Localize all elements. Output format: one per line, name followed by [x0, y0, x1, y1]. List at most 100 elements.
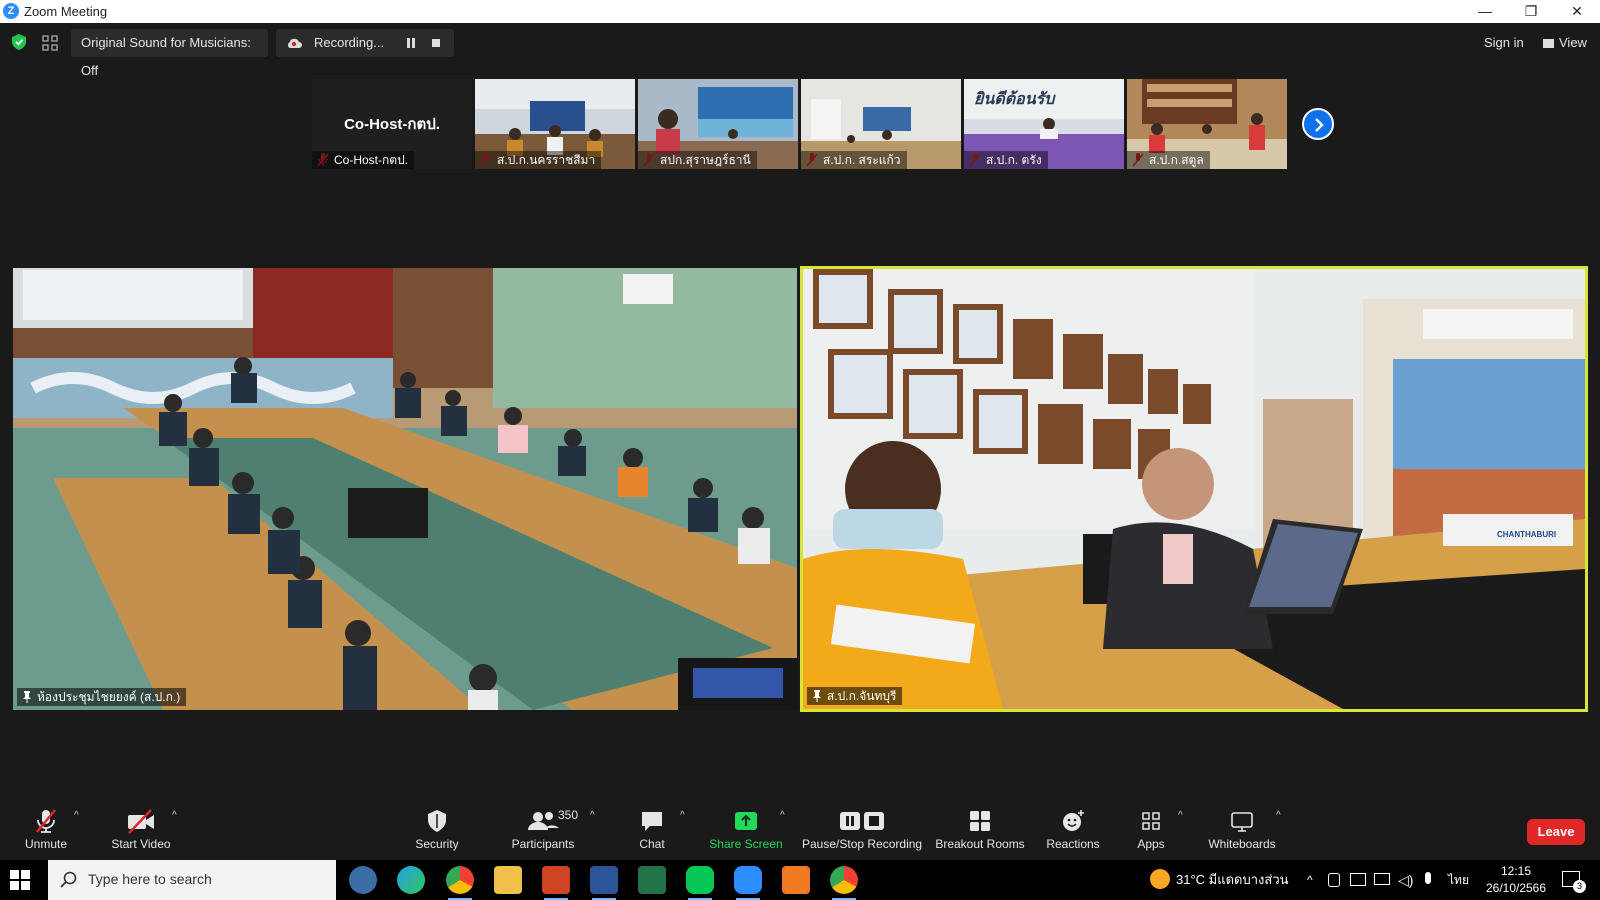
original-sound-toggle[interactable]: Original Sound for Musicians: Off	[71, 29, 268, 78]
show-hidden-icons-chevron-icon[interactable]: ^	[1307, 860, 1313, 900]
participant-name: สปก.สุราษฎร์ธานี	[638, 151, 757, 169]
participant-name-large: Co-Host-กตป.	[344, 116, 440, 133]
whiteboards-button[interactable]: Whiteboards	[1206, 808, 1278, 851]
share-options-chevron-icon[interactable]: ^	[780, 810, 785, 821]
weather-text[interactable]: 31°C มีแดดบางส่วน	[1176, 860, 1289, 900]
volume-icon[interactable]: ◁)	[1398, 872, 1413, 889]
foxit-app-icon[interactable]	[782, 866, 810, 894]
meeting-controls-toolbar: Unmute ^ Start Video ^ Security Particip…	[0, 800, 1600, 860]
minimize-button[interactable]: —	[1462, 0, 1508, 23]
meet-now-icon[interactable]	[1328, 873, 1340, 887]
participant-name: ส.ป.ก. สระแก้ว	[801, 151, 907, 169]
participants-options-chevron-icon[interactable]: ^	[590, 810, 595, 821]
leave-button[interactable]: Leave	[1527, 819, 1585, 845]
apps-label: Apps	[1137, 837, 1165, 851]
display-icon[interactable]	[1350, 873, 1366, 886]
pause-stop-icon	[840, 812, 884, 830]
restore-button[interactable]: ❐	[1508, 0, 1554, 23]
excel-app-icon[interactable]	[638, 866, 666, 894]
microphone-tray-icon[interactable]	[1425, 872, 1431, 884]
chat-button[interactable]: Chat	[632, 808, 672, 851]
participant-name-label: ห้องประชุมไชยยงค์ (ส.ป.ก.)	[17, 688, 187, 706]
chrome-profile-app-icon[interactable]	[830, 866, 858, 900]
participant-thumbnail[interactable]: ส.ป.ก. สระแก้ว	[801, 79, 961, 169]
reactions-button[interactable]: Reactions	[1045, 808, 1101, 851]
word-app-icon[interactable]	[590, 866, 618, 900]
windows-start-icon[interactable]	[10, 870, 30, 890]
search-icon	[60, 871, 77, 888]
search-placeholder: Type here to search	[88, 871, 212, 887]
participants-label: Participants	[511, 837, 575, 851]
stop-recording-icon[interactable]	[432, 39, 440, 47]
participant-thumbnail[interactable]: ส.ป.ก.นครราชสีมา	[475, 79, 635, 169]
audio-options-chevron-icon[interactable]: ^	[74, 810, 79, 821]
security-shield-icon	[428, 810, 446, 832]
muted-microphone-icon	[36, 809, 56, 833]
participant-thumbnail[interactable]: สปก.สุราษฎร์ธานี	[638, 79, 798, 169]
browser-app-icon[interactable]	[349, 866, 377, 894]
close-button[interactable]: ✕	[1554, 0, 1600, 23]
participant-name: ห้องประชุมไชยยงค์ (ส.ป.ก.)	[37, 690, 181, 704]
participant-name: ส.ป.ก.จันทบุรี	[827, 689, 897, 703]
window-title-bar: Z Zoom Meeting — ❐ ✕	[0, 0, 1600, 23]
network-icon[interactable]	[1374, 873, 1390, 885]
recording-label: Recording...	[314, 35, 385, 50]
edge-app-icon[interactable]	[397, 866, 425, 894]
security-button[interactable]: Security	[412, 808, 462, 851]
reactions-smiley-icon	[1063, 810, 1084, 831]
file-explorer-icon[interactable]	[494, 866, 522, 894]
powerpoint-app-icon[interactable]	[542, 866, 570, 900]
chat-options-chevron-icon[interactable]: ^	[680, 810, 685, 821]
recording-indicator: Recording...	[276, 29, 454, 57]
chevron-right-icon	[1315, 118, 1324, 132]
participant-name: ส.ป.ก.สตูล	[1127, 151, 1210, 169]
breakout-rooms-icon	[970, 811, 990, 831]
weather-sun-icon	[1150, 869, 1170, 889]
encryption-shield-icon[interactable]	[12, 34, 26, 50]
video-options-chevron-icon[interactable]: ^	[172, 810, 177, 821]
apps-options-chevron-icon[interactable]: ^	[1178, 810, 1183, 821]
participants-icon	[528, 812, 559, 830]
participants-count: 350	[558, 808, 579, 822]
view-icon	[1543, 39, 1554, 48]
security-label: Security	[415, 837, 459, 851]
next-page-button[interactable]	[1302, 108, 1334, 140]
meeting-top-bar: Original Sound for Musicians: Off Record…	[0, 23, 1600, 78]
start-video-label: Start Video	[111, 837, 171, 851]
system-clock[interactable]: 12:15 26/10/2566	[1482, 863, 1550, 897]
video-feed-image	[803, 269, 1585, 709]
line-app-icon[interactable]	[686, 866, 714, 900]
participant-name-label: ส.ป.ก.จันทบุรี	[807, 687, 903, 705]
input-language-indicator[interactable]: ไทย	[1448, 860, 1469, 900]
background-sign-text: CHANTHABURI	[1497, 530, 1557, 539]
share-screen-label: Share Screen	[709, 837, 783, 851]
grid-icon[interactable]	[42, 35, 58, 51]
pause-recording-icon[interactable]	[406, 38, 416, 48]
start-video-button[interactable]: Start Video	[106, 808, 176, 851]
taskbar-search-box[interactable]: Type here to search	[48, 860, 336, 900]
window-title: Zoom Meeting	[24, 4, 108, 19]
whiteboards-options-chevron-icon[interactable]: ^	[1276, 810, 1281, 821]
participant-thumbnail[interactable]: Co-Host-กตป. Co-Host-กตป.	[312, 79, 472, 169]
clock-time: 12:15	[1500, 864, 1532, 878]
sign-in-link[interactable]: Sign in	[1484, 35, 1524, 50]
chrome-app-icon[interactable]	[446, 866, 474, 900]
breakout-rooms-button[interactable]: Breakout Rooms	[935, 808, 1025, 851]
reactions-label: Reactions	[1046, 837, 1100, 851]
share-screen-button[interactable]: Share Screen	[708, 808, 784, 851]
video-tile-active-speaker[interactable]: CHANTHABURI ส.ป.ก.จันทบุรี	[800, 266, 1588, 712]
participant-thumbnail[interactable]: ส.ป.ก.สตูล	[1127, 79, 1287, 169]
video-tile-conference-room[interactable]: ห้องประชุมไชยยงค์ (ส.ป.ก.)	[13, 268, 797, 710]
breakout-rooms-label: Breakout Rooms	[935, 837, 1025, 851]
view-button[interactable]: View	[1543, 35, 1587, 50]
pin-icon	[23, 691, 31, 703]
notification-count-badge: 3	[1573, 880, 1586, 893]
zoom-logo-icon: Z	[3, 3, 19, 19]
pause-stop-recording-button[interactable]: Pause/Stop Recording	[802, 808, 922, 851]
participant-thumbnail[interactable]: ยินดีต้อนรับ ส.ป.ก. ตรัง	[964, 79, 1124, 169]
zoom-app-icon[interactable]	[734, 866, 762, 900]
apps-icon	[1142, 812, 1160, 830]
clock-date: 26/10/2566	[1485, 881, 1547, 895]
unmute-button[interactable]: Unmute	[20, 808, 72, 851]
apps-button[interactable]: Apps	[1136, 808, 1166, 851]
